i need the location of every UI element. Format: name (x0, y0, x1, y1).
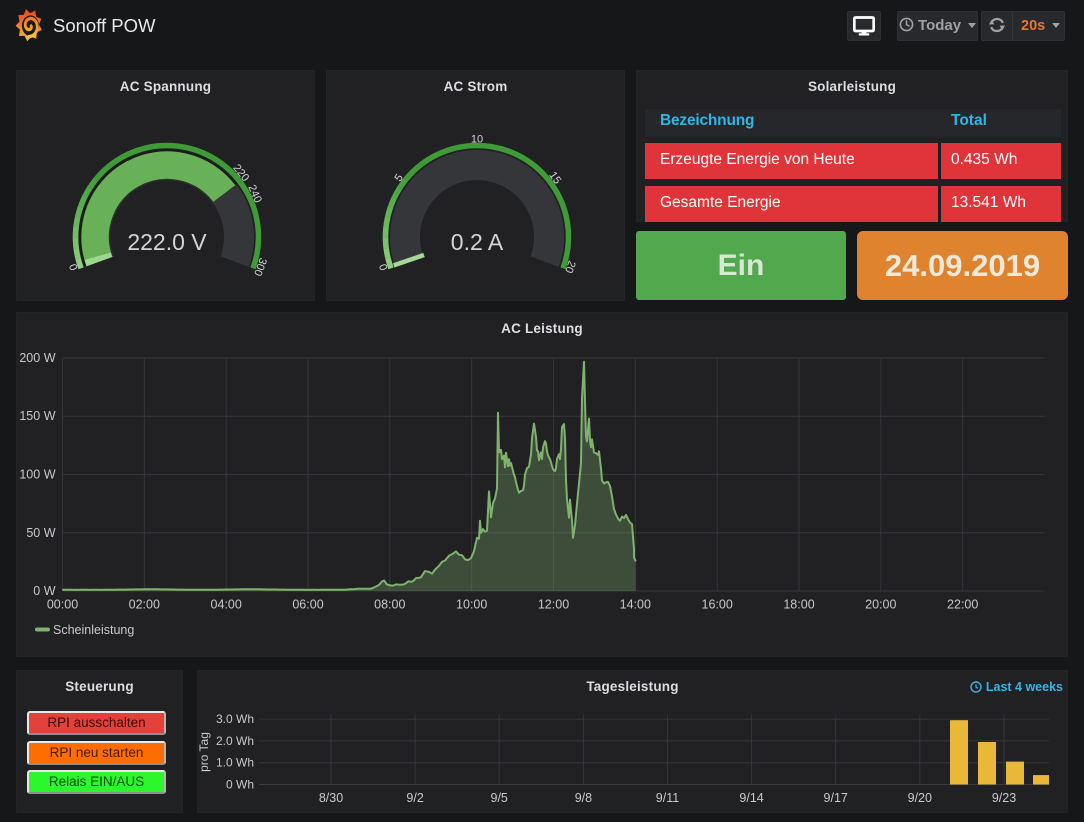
svg-text:9/2: 9/2 (406, 791, 423, 805)
svg-text:0.2 A: 0.2 A (451, 229, 504, 255)
svg-text:06:00: 06:00 (292, 598, 323, 612)
svg-text:Scheinleistung: Scheinleistung (53, 623, 134, 637)
svg-text:9/8: 9/8 (575, 791, 592, 805)
svg-text:1.0 Wh: 1.0 Wh (216, 756, 254, 770)
svg-text:0 Wh: 0 Wh (226, 778, 254, 792)
svg-text:08:00: 08:00 (374, 598, 405, 612)
svg-text:150 W: 150 W (19, 409, 55, 423)
svg-text:200 W: 200 W (19, 351, 55, 365)
svg-text:9/14: 9/14 (739, 791, 763, 805)
svg-text:9/5: 9/5 (491, 791, 508, 805)
svg-text:12:00: 12:00 (538, 598, 569, 612)
svg-text:9/20: 9/20 (908, 791, 932, 805)
svg-text:2.0 Wh: 2.0 Wh (216, 734, 254, 748)
svg-text:10: 10 (471, 133, 483, 145)
svg-text:0: 0 (67, 262, 80, 272)
svg-text:0: 0 (377, 262, 390, 272)
svg-text:3.0 Wh: 3.0 Wh (216, 712, 254, 726)
svg-text:02:00: 02:00 (129, 598, 160, 612)
svg-text:100 W: 100 W (19, 468, 55, 482)
svg-text:222.0 V: 222.0 V (127, 229, 207, 255)
svg-text:18:00: 18:00 (783, 598, 814, 612)
svg-text:9/17: 9/17 (824, 791, 848, 805)
svg-text:pro Tag: pro Tag (198, 732, 211, 772)
svg-text:9/23: 9/23 (992, 791, 1016, 805)
svg-text:8/30: 8/30 (319, 791, 343, 805)
svg-text:9/11: 9/11 (656, 791, 679, 805)
svg-text:00:00: 00:00 (47, 598, 78, 612)
svg-text:16:00: 16:00 (702, 598, 733, 612)
svg-text:20:00: 20:00 (865, 598, 896, 612)
svg-text:22:00: 22:00 (947, 598, 978, 612)
svg-text:14:00: 14:00 (620, 598, 651, 612)
svg-text:04:00: 04:00 (211, 598, 242, 612)
svg-text:240: 240 (245, 183, 263, 205)
svg-text:0 W: 0 W (33, 584, 55, 598)
svg-text:50 W: 50 W (26, 526, 55, 540)
svg-text:10:00: 10:00 (456, 598, 487, 612)
